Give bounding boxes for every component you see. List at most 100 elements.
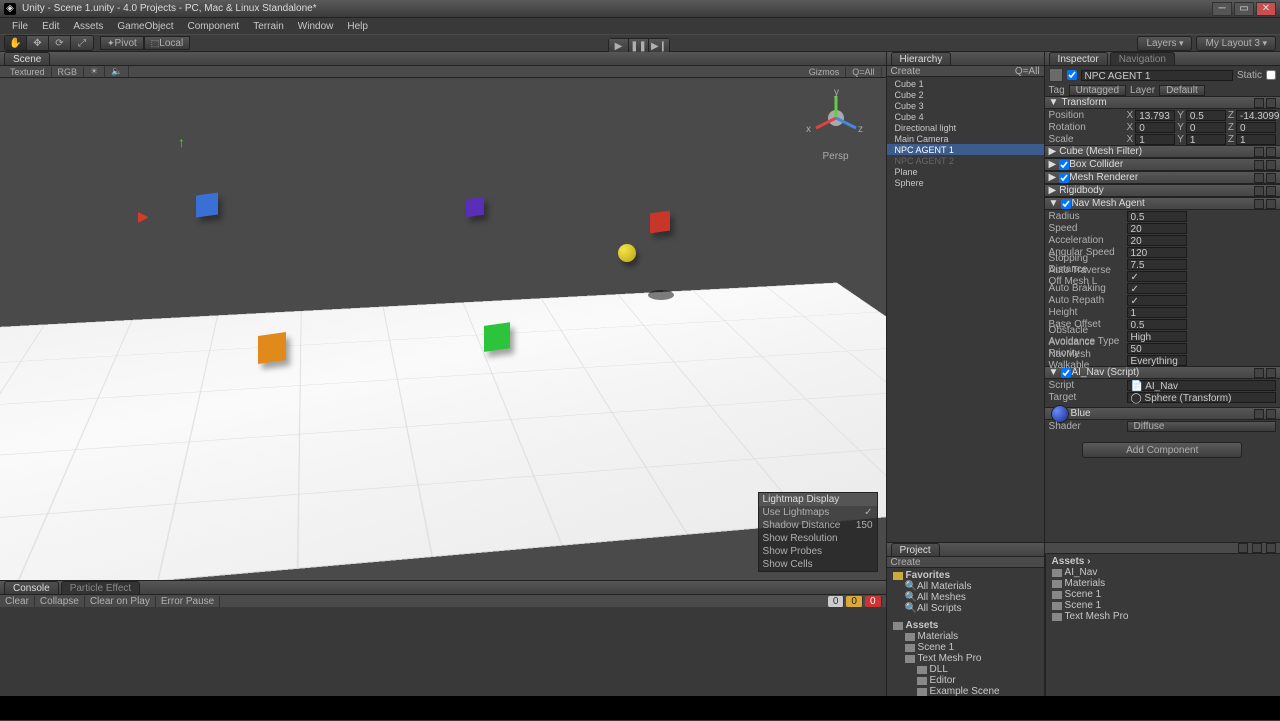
menu-help[interactable]: Help [341,21,374,32]
help-icon[interactable] [1254,98,1264,108]
hierarchy-item[interactable]: Cube 4 [887,111,1044,122]
hierarchy-item-selected[interactable]: NPC AGENT 1 [887,144,1044,155]
menu-file[interactable]: File [6,21,34,32]
audio-toggle-icon[interactable]: 🔈 [105,66,129,77]
menu-terrain[interactable]: Terrain [247,21,290,32]
move-gizmo-icon[interactable]: ↑ [178,134,185,150]
inspector-tab[interactable]: Inspector [1049,52,1108,65]
layers-dropdown[interactable]: Layers ▾ [1137,36,1192,51]
nav-field[interactable]: ✓ [1127,283,1187,294]
nav-field[interactable]: 50 [1127,343,1187,354]
nav-field[interactable]: High Quality [1127,331,1187,342]
add-component-button[interactable]: Add Component [1082,442,1242,458]
pos-y[interactable]: 0.5 [1186,110,1226,121]
material-header[interactable]: Blue [1045,407,1280,420]
hierarchy-search[interactable]: Q=All [1015,66,1040,77]
warn-badge[interactable]: 0 [846,596,863,607]
rot-x[interactable]: 0 [1135,122,1175,133]
scene-cube-orange[interactable] [258,332,286,364]
menu-edit[interactable]: Edit [36,21,65,32]
scene-npc-agent[interactable] [196,192,218,217]
scene-cube-purple[interactable] [466,197,484,218]
hierarchy-item[interactable]: Cube 1 [887,78,1044,89]
target-field[interactable]: ◯ Sphere (Transform) [1127,392,1276,403]
shader-dropdown[interactable]: Diffuse [1127,421,1276,432]
hierarchy-item[interactable]: Cube 2 [887,89,1044,100]
nav-field[interactable]: 120 [1127,247,1187,258]
rot-y[interactable]: 0 [1186,122,1226,133]
hierarchy-item[interactable]: NPC AGENT 2 [887,155,1044,166]
scl-z[interactable]: 1 [1236,134,1276,145]
render-mode[interactable]: RGB [52,67,85,77]
view-icon[interactable] [1252,543,1262,553]
error-badge[interactable]: 0 [865,596,882,607]
local-toggle[interactable]: ⬚ Local [144,36,190,50]
orientation-gizmo[interactable]: xyz Persp [806,88,866,148]
scale-tool[interactable]: ⤢ [71,36,93,50]
mesh-filter-header[interactable]: ▶Cube (Mesh Filter) [1045,145,1280,158]
box-collider-header[interactable]: ▶Box Collider [1045,158,1280,171]
rot-z[interactable]: 0 [1236,122,1276,133]
project-tab[interactable]: Project [891,543,940,556]
nav-field[interactable]: ✓ [1127,295,1187,306]
hand-tool[interactable]: ✋ [5,36,27,50]
nav-field[interactable]: Everything [1127,355,1187,366]
hierarchy-item[interactable]: Directional light [887,122,1044,133]
rigidbody-header[interactable]: ▶Rigidbody [1045,184,1280,197]
gear-icon[interactable] [1266,98,1276,108]
view-icon[interactable] [1266,543,1276,553]
nav-field[interactable]: 7.5 [1127,259,1187,270]
menu-window[interactable]: Window [292,21,340,32]
console-collapse[interactable]: Collapse [35,596,85,607]
tag-dropdown[interactable]: Untagged [1069,85,1126,96]
layer-dropdown[interactable]: Default [1159,85,1205,96]
nav-field[interactable]: 1 [1127,307,1187,318]
info-badge[interactable]: 0 [828,596,845,607]
hierarchy-item[interactable]: Plane [887,166,1044,177]
hierarchy-create[interactable]: Create [891,66,921,77]
persp-label[interactable]: Persp [806,151,866,162]
scene-view[interactable]: ↑ ▶ xyz Persp Lightmap Display Use Light… [0,78,886,580]
nav-field[interactable]: 20 [1127,235,1187,246]
hierarchy-tab[interactable]: Hierarchy [891,52,952,65]
console-clear[interactable]: Clear [0,596,35,607]
scene-tab[interactable]: Scene [4,52,50,65]
scene-sphere[interactable] [618,244,636,262]
move-tool[interactable]: ✥ [27,36,49,50]
scl-x[interactable]: 1 [1135,134,1175,145]
navigation-tab[interactable]: Navigation [1110,52,1175,65]
hierarchy-item[interactable]: Sphere [887,177,1044,188]
script-header[interactable]: ▼AI_Nav (Script) [1045,366,1280,379]
play-button[interactable]: ▶ [609,39,629,53]
draw-mode[interactable]: Textured [4,67,52,77]
active-checkbox[interactable] [1067,70,1077,80]
script-field[interactable]: 📄 AI_Nav [1127,380,1276,391]
transform-header[interactable]: ▼Transform [1045,96,1280,109]
object-name-field[interactable]: NPC AGENT 1 [1081,70,1233,81]
nav-field[interactable]: 0.5 [1127,211,1187,222]
mesh-renderer-header[interactable]: ▶Mesh Renderer [1045,171,1280,184]
light-toggle-icon[interactable]: ☀ [84,66,105,77]
menu-component[interactable]: Component [182,21,246,32]
pause-button[interactable]: ❚❚ [629,39,649,53]
static-checkbox[interactable] [1266,70,1276,80]
pivot-toggle[interactable]: ✦ Pivot [100,36,144,50]
gizmos-dropdown[interactable]: Gizmos [803,67,847,77]
minimize-button[interactable]: ─ [1212,2,1232,16]
step-button[interactable]: ▶❙ [649,39,669,53]
layout-dropdown[interactable]: My Layout 3 ▾ [1196,36,1276,51]
console-tab[interactable]: Console [4,581,59,594]
console-errorpause[interactable]: Error Pause [156,596,220,607]
pos-z[interactable]: -14.30997 [1236,110,1276,121]
pos-x[interactable]: 13.793 [1135,110,1175,121]
maximize-button[interactable]: ▭ [1234,2,1254,16]
hierarchy-item[interactable]: Cube 3 [887,100,1044,111]
nav-field[interactable]: 0.5 [1127,319,1187,330]
nav-field[interactable]: ✓ [1127,271,1187,282]
search-all[interactable]: Q=All [846,67,881,77]
console-clearplay[interactable]: Clear on Play [85,596,156,607]
close-button[interactable]: ✕ [1256,2,1276,16]
particle-effect-tab[interactable]: Particle Effect [61,581,141,594]
nav-field[interactable]: 20 [1127,223,1187,234]
menu-assets[interactable]: Assets [67,21,109,32]
